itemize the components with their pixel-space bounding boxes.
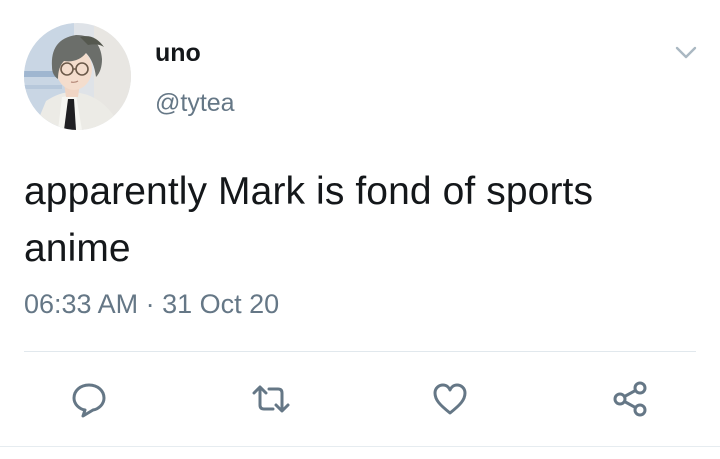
heart-icon [430,379,470,419]
tweet-card: uno @tytea apparently Mark is fond of sp… [0,0,720,459]
avatar-image [24,23,131,130]
like-button[interactable] [429,378,471,420]
share-icon [610,379,650,419]
display-name[interactable]: uno [155,38,201,68]
avatar[interactable] [24,23,131,130]
share-button[interactable] [609,378,651,420]
tweet-text: apparently Mark is fond of sports anime [24,170,594,270]
tweet-timestamp[interactable]: 06:33 AM · 31 Oct 20 [24,287,279,321]
reply-button[interactable] [68,378,110,420]
chevron-down-icon[interactable] [672,38,700,66]
reply-icon [69,379,109,419]
retweet-button[interactable] [250,378,292,420]
bottom-divider [0,446,720,447]
user-handle[interactable]: @tytea [155,88,235,118]
divider [24,351,696,352]
retweet-icon [249,379,293,419]
